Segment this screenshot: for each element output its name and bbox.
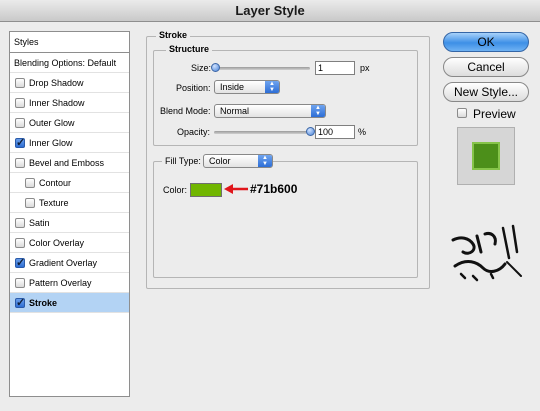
color-swatch[interactable] bbox=[190, 183, 222, 197]
style-item-label: Contour bbox=[39, 178, 72, 188]
annotation-hex-label: #71b600 bbox=[250, 182, 298, 196]
window-title: Layer Style bbox=[0, 0, 540, 22]
style-item-inner-glow[interactable]: Inner Glow bbox=[10, 133, 129, 153]
style-item-bevel-and-emboss[interactable]: Bevel and Emboss bbox=[10, 153, 129, 173]
select-arrows-icon: ▲ ▼ bbox=[258, 155, 272, 167]
style-item-pattern-overlay[interactable]: Pattern Overlay bbox=[10, 273, 129, 293]
calligraphy-logo bbox=[451, 224, 522, 282]
style-item-checkbox[interactable] bbox=[15, 118, 25, 128]
select-arrows-icon: ▲ ▼ bbox=[265, 81, 279, 93]
size-unit: px bbox=[360, 63, 370, 73]
preview-label: Preview bbox=[473, 107, 516, 121]
style-item-checkbox[interactable] bbox=[15, 98, 25, 108]
style-item-checkbox[interactable] bbox=[15, 278, 25, 288]
style-item-label: Satin bbox=[29, 218, 50, 228]
style-item-texture[interactable]: Texture bbox=[10, 193, 129, 213]
styles-header[interactable]: Styles bbox=[9, 31, 130, 53]
size-input[interactable]: 1 bbox=[315, 61, 355, 75]
blending-options-item[interactable]: Blending Options: Default bbox=[10, 53, 129, 73]
annotation-arrow-icon bbox=[224, 184, 248, 194]
styles-list: Blending Options: Default Drop Shadow Inn… bbox=[9, 53, 130, 397]
select-arrows-icon: ▲ ▼ bbox=[311, 105, 325, 117]
opacity-slider-track[interactable] bbox=[214, 131, 310, 134]
ok-button[interactable]: OK bbox=[443, 32, 529, 52]
blend-mode-label: Blend Mode: bbox=[160, 106, 211, 116]
new-style-button[interactable]: New Style... bbox=[443, 82, 529, 102]
style-item-label: Bevel and Emboss bbox=[29, 158, 105, 168]
fill-type-label: Fill Type: bbox=[162, 154, 204, 168]
style-item-checkbox[interactable] bbox=[15, 253, 25, 273]
position-select[interactable]: Inside ▲ ▼ bbox=[214, 80, 280, 94]
layer-style-dialog: Layer Style Styles Blending Options: Def… bbox=[0, 0, 540, 411]
style-item-label: Gradient Overlay bbox=[29, 258, 98, 268]
position-select-value: Inside bbox=[220, 82, 245, 92]
style-item-outer-glow[interactable]: Outer Glow bbox=[10, 113, 129, 133]
style-item-inner-shadow[interactable]: Inner Shadow bbox=[10, 93, 129, 113]
opacity-label: Opacity: bbox=[177, 127, 211, 137]
blend-mode-select-value: Normal bbox=[220, 106, 250, 116]
style-item-checkbox[interactable] bbox=[15, 133, 25, 153]
opacity-unit: % bbox=[358, 127, 367, 137]
style-item-satin[interactable]: Satin bbox=[10, 213, 129, 233]
position-label: Position: bbox=[176, 83, 211, 93]
style-item-checkbox[interactable] bbox=[15, 238, 25, 248]
style-item-gradient-overlay[interactable]: Gradient Overlay bbox=[10, 253, 129, 273]
opacity-input[interactable]: 100 bbox=[315, 125, 355, 139]
style-item-contour[interactable]: Contour bbox=[10, 173, 129, 193]
style-item-checkbox[interactable] bbox=[25, 178, 35, 188]
structure-group-title: Structure bbox=[166, 43, 213, 55]
style-item-stroke[interactable]: Stroke bbox=[10, 293, 129, 313]
style-item-label: Stroke bbox=[29, 298, 58, 308]
fill-type-select[interactable]: Color ▲ ▼ bbox=[203, 154, 273, 168]
fill-type-group bbox=[153, 161, 418, 278]
size-slider-knob[interactable] bbox=[210, 63, 220, 72]
blend-mode-select[interactable]: Normal ▲ ▼ bbox=[214, 104, 326, 118]
style-item-checkbox[interactable] bbox=[25, 198, 35, 208]
style-item-label: Inner Shadow bbox=[29, 98, 85, 108]
style-item-color-overlay[interactable]: Color Overlay bbox=[10, 233, 129, 253]
fill-type-select-value: Color bbox=[209, 156, 231, 166]
style-item-label: Color Overlay bbox=[29, 238, 85, 248]
opacity-slider-knob[interactable] bbox=[306, 127, 315, 136]
style-item-label: Outer Glow bbox=[29, 118, 75, 128]
preview-checkbox[interactable] bbox=[457, 108, 467, 118]
style-item-label: Pattern Overlay bbox=[29, 278, 92, 288]
color-label: Color: bbox=[163, 185, 188, 195]
cancel-button[interactable]: Cancel bbox=[443, 57, 529, 77]
style-item-checkbox[interactable] bbox=[15, 78, 25, 88]
style-item-checkbox[interactable] bbox=[15, 218, 25, 228]
size-slider-track[interactable] bbox=[214, 67, 310, 70]
preview-square bbox=[472, 142, 500, 170]
stroke-group-title: Stroke bbox=[156, 29, 191, 41]
style-item-label: Inner Glow bbox=[29, 138, 73, 148]
style-item-label: Drop Shadow bbox=[29, 78, 84, 88]
style-item-label: Texture bbox=[39, 198, 69, 208]
size-label: Size: bbox=[191, 63, 212, 73]
style-item-checkbox[interactable] bbox=[15, 293, 25, 313]
style-item-checkbox[interactable] bbox=[15, 158, 25, 168]
style-item-drop-shadow[interactable]: Drop Shadow bbox=[10, 73, 129, 93]
preview-thumbnail bbox=[457, 127, 515, 185]
